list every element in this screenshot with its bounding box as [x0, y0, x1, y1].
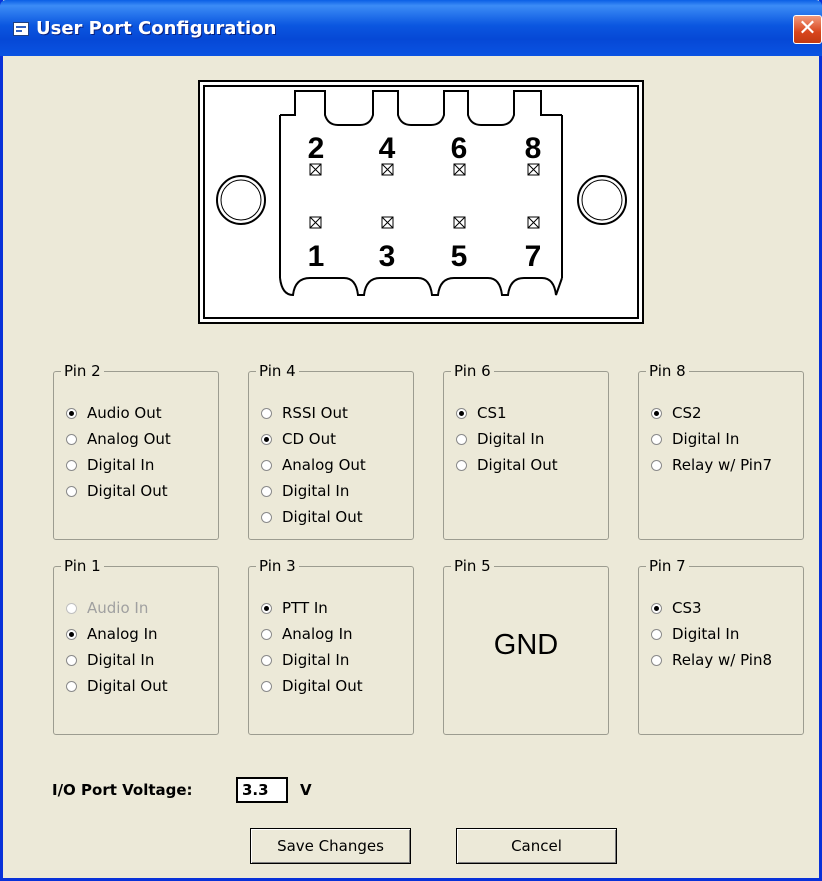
- group-pin7: Pin 7 CS3 Digital In Relay w/ Pin8: [638, 557, 804, 735]
- group-label: Pin 5: [451, 557, 494, 575]
- pin-number-5: 5: [451, 240, 468, 273]
- group-pin1: Pin 1 Audio In Analog In Digital In Digi…: [53, 557, 219, 735]
- pin-contact-2: [309, 163, 322, 176]
- pin-contact-7: [527, 216, 540, 229]
- group-pin4: Pin 4 RSSI Out CD Out Analog Out Digital…: [248, 362, 414, 540]
- voltage-unit: V: [300, 781, 312, 799]
- radio-pin6-cs1[interactable]: CS1: [456, 402, 507, 424]
- radio-indicator[interactable]: [66, 459, 77, 471]
- save-changes-button[interactable]: Save Changes: [250, 828, 411, 864]
- app-icon: [13, 22, 29, 36]
- radio-indicator[interactable]: [261, 485, 272, 497]
- radio-pin2-digital-out[interactable]: Digital Out: [66, 480, 168, 502]
- radio-pin2-analog-out[interactable]: Analog Out: [66, 428, 171, 450]
- pin-number-7: 7: [525, 240, 542, 273]
- radio-pin4-cd-out[interactable]: CD Out: [261, 428, 336, 450]
- close-button[interactable]: ✕: [793, 15, 822, 44]
- radio-pin1-digital-in[interactable]: Digital In: [66, 649, 154, 671]
- pin-number-4: 4: [379, 132, 396, 165]
- radio-indicator[interactable]: [651, 628, 662, 640]
- radio-indicator[interactable]: [651, 602, 662, 614]
- radio-indicator[interactable]: [456, 407, 467, 419]
- radio-pin8-digital-in[interactable]: Digital In: [651, 428, 739, 450]
- group-pin8: Pin 8 CS2 Digital In Relay w/ Pin7: [638, 362, 804, 540]
- radio-indicator[interactable]: [66, 654, 77, 666]
- pin-number-6: 6: [451, 132, 468, 165]
- radio-pin1-analog-in[interactable]: Analog In: [66, 623, 158, 645]
- connector-diagram: 2 4 6 8 1 3 5 7: [198, 80, 644, 324]
- radio-indicator[interactable]: [261, 628, 272, 640]
- radio-pin7-cs3[interactable]: CS3: [651, 597, 702, 619]
- pin-number-2: 2: [308, 132, 325, 165]
- voltage-label: I/O Port Voltage:: [52, 781, 193, 799]
- radio-indicator[interactable]: [66, 628, 77, 640]
- radio-pin4-digital-in[interactable]: Digital In: [261, 480, 349, 502]
- group-pin5: Pin 5 GND: [443, 557, 609, 735]
- gnd-label: GND: [493, 629, 559, 661]
- group-label: Pin 4: [256, 362, 299, 380]
- radio-pin7-digital-in[interactable]: Digital In: [651, 623, 739, 645]
- pin-contact-5: [453, 216, 466, 229]
- pin-contact-6: [453, 163, 466, 176]
- pin-contact-3: [381, 216, 394, 229]
- group-label: Pin 7: [646, 557, 689, 575]
- group-label: Pin 6: [451, 362, 494, 380]
- radio-indicator[interactable]: [456, 459, 467, 471]
- radio-indicator[interactable]: [66, 433, 77, 445]
- radio-indicator[interactable]: [651, 407, 662, 419]
- radio-pin2-digital-in[interactable]: Digital In: [66, 454, 154, 476]
- radio-indicator[interactable]: [66, 407, 77, 419]
- group-pin2: Pin 2 Audio Out Analog Out Digital In Di…: [53, 362, 219, 540]
- radio-indicator[interactable]: [261, 459, 272, 471]
- radio-pin8-cs2[interactable]: CS2: [651, 402, 702, 424]
- radio-pin6-digital-in[interactable]: Digital In: [456, 428, 544, 450]
- radio-indicator[interactable]: [66, 680, 77, 692]
- radio-indicator[interactable]: [456, 433, 467, 445]
- radio-pin3-digital-in[interactable]: Digital In: [261, 649, 349, 671]
- radio-indicator[interactable]: [261, 433, 272, 445]
- radio-indicator[interactable]: [651, 459, 662, 471]
- radio-indicator: [66, 602, 77, 614]
- pin-contact-4: [381, 163, 394, 176]
- group-label: Pin 3: [256, 557, 299, 575]
- radio-indicator[interactable]: [261, 680, 272, 692]
- radio-pin4-analog-out[interactable]: Analog Out: [261, 454, 366, 476]
- pin-contact-1: [309, 216, 322, 229]
- cancel-button[interactable]: Cancel: [456, 828, 617, 864]
- radio-indicator[interactable]: [651, 433, 662, 445]
- title-bar[interactable]: User Port Configuration ✕: [0, 0, 822, 56]
- group-label: Pin 1: [61, 557, 104, 575]
- pin-number-1: 1: [308, 240, 325, 273]
- dialog-window: User Port Configuration ✕ 2 4 6 8 1 3 5 …: [0, 0, 822, 881]
- voltage-input[interactable]: [236, 777, 288, 803]
- group-pin6: Pin 6 CS1 Digital In Digital Out: [443, 362, 609, 540]
- window-title: User Port Configuration: [36, 18, 277, 39]
- radio-indicator[interactable]: [261, 654, 272, 666]
- radio-pin3-analog-in[interactable]: Analog In: [261, 623, 353, 645]
- pin-number-3: 3: [379, 240, 396, 273]
- radio-pin1-audio-in: Audio In: [66, 597, 148, 619]
- radio-pin6-digital-out[interactable]: Digital Out: [456, 454, 558, 476]
- radio-pin4-rssi-out[interactable]: RSSI Out: [261, 402, 348, 424]
- group-label: Pin 8: [646, 362, 689, 380]
- radio-indicator[interactable]: [261, 511, 272, 523]
- radio-pin3-ptt-in[interactable]: PTT In: [261, 597, 328, 619]
- radio-indicator[interactable]: [651, 654, 662, 666]
- radio-pin8-relay[interactable]: Relay w/ Pin7: [651, 454, 772, 476]
- radio-pin3-digital-out[interactable]: Digital Out: [261, 675, 363, 697]
- group-label: Pin 2: [61, 362, 104, 380]
- radio-pin1-digital-out[interactable]: Digital Out: [66, 675, 168, 697]
- pin-contact-8: [527, 163, 540, 176]
- radio-indicator[interactable]: [261, 407, 272, 419]
- pin-number-8: 8: [525, 132, 542, 165]
- radio-indicator[interactable]: [66, 485, 77, 497]
- group-pin3: Pin 3 PTT In Analog In Digital In Digita…: [248, 557, 414, 735]
- radio-indicator[interactable]: [261, 602, 272, 614]
- radio-pin4-digital-out[interactable]: Digital Out: [261, 506, 363, 528]
- radio-pin2-audio-out[interactable]: Audio Out: [66, 402, 162, 424]
- radio-pin7-relay[interactable]: Relay w/ Pin8: [651, 649, 772, 671]
